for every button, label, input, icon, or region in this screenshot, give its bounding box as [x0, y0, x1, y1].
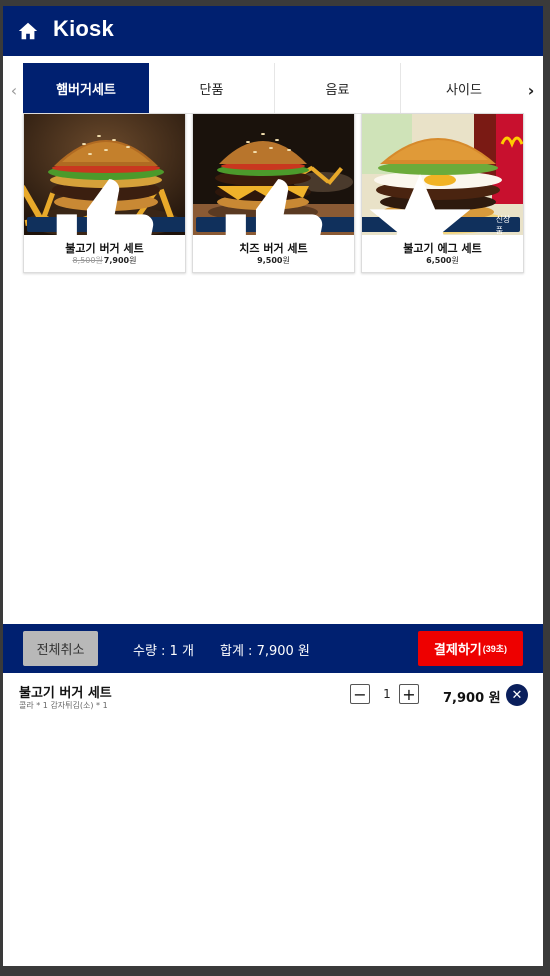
- product-name: 치즈 버거 세트: [239, 242, 308, 255]
- product-name: 불고기 에그 세트: [403, 242, 482, 255]
- price-unit: 원: [282, 256, 290, 265]
- tab-single[interactable]: 단품: [149, 63, 275, 113]
- pay-timer: (39초): [482, 644, 508, 654]
- product-card-bulgogi-egg-set[interactable]: 신상품 불고기 에그 세트 6,500원: [361, 113, 524, 273]
- recommend-badge: 추천: [196, 179, 354, 235]
- product-card-cheese-burger-set[interactable]: 추천 치즈 버거 세트 9,500원: [192, 113, 355, 273]
- kiosk-window: Kiosk ‹ › 햄버거세트 단품 음료 사이드 불고기 버거 세트 8,50…: [3, 6, 543, 966]
- order-item-options: 콜라 * 1 감자튀김(소) * 1: [19, 701, 108, 710]
- product-sale-price: 7,900: [103, 256, 130, 265]
- product-sale-price: 6,500: [426, 256, 452, 265]
- thumbs-up-icon: [225, 179, 323, 235]
- remove-item-close-icon[interactable]: ✕: [506, 684, 528, 706]
- app-title: Kiosk: [53, 16, 114, 41]
- tab-hamburger-set[interactable]: 햄버거세트: [23, 63, 149, 113]
- order-item-row: 불고기 버거 세트 콜라 * 1 감자튀김(소) * 1 − 1 + 7,900…: [3, 678, 543, 718]
- product-price: 9,500원: [193, 255, 354, 266]
- total-quantity: 수량 : 1 개: [133, 644, 194, 659]
- home-icon[interactable]: [17, 20, 39, 42]
- product-image-cheese-burger: 추천: [193, 114, 354, 235]
- product-image-bulgogi-burger: 추천: [24, 114, 185, 235]
- category-tabs: 햄버거세트 단품 음료 사이드: [23, 63, 527, 114]
- star-icon: [369, 174, 471, 235]
- decrease-quantity-button[interactable]: −: [350, 684, 370, 704]
- cancel-all-button[interactable]: 전체취소: [23, 631, 98, 666]
- badge-label: 신상품: [495, 214, 511, 235]
- recommend-badge: 추천: [27, 179, 185, 235]
- thumbs-up-icon: [56, 179, 154, 235]
- product-price: 6,500원: [362, 255, 523, 266]
- product-image-bulgogi-egg: 신상품: [362, 114, 523, 235]
- app-header: Kiosk: [3, 6, 543, 56]
- product-sale-price: 9,500: [257, 256, 283, 265]
- cart-summary-bar: 전체취소 수량 : 1 개 합계 : 7,900 원 결제하기 (39초): [3, 624, 543, 673]
- product-name: 불고기 버거 세트: [65, 242, 144, 255]
- total-amount: 합계 : 7,900 원: [220, 644, 310, 659]
- product-card-bulgogi-burger-set[interactable]: 추천 불고기 버거 세트 8,500원7,900원: [23, 113, 186, 273]
- order-item-price: 7,900 원: [443, 691, 501, 706]
- order-item-quantity: 1: [383, 687, 391, 701]
- pay-button[interactable]: 결제하기 (39초): [418, 631, 523, 666]
- pay-button-label: 결제하기: [433, 642, 482, 657]
- tab-drinks[interactable]: 음료: [275, 63, 401, 113]
- product-price: 8,500원7,900원: [24, 255, 185, 266]
- order-item-name: 불고기 버거 세트: [19, 686, 112, 701]
- price-unit: 원: [129, 256, 137, 265]
- tab-sides[interactable]: 사이드: [401, 63, 527, 113]
- product-old-price: 8,500원: [72, 256, 103, 265]
- increase-quantity-button[interactable]: +: [399, 684, 419, 704]
- price-unit: 원: [451, 256, 459, 265]
- new-product-badge: 신상품: [362, 174, 520, 235]
- tabs-prev-arrow-icon[interactable]: ‹: [7, 81, 21, 100]
